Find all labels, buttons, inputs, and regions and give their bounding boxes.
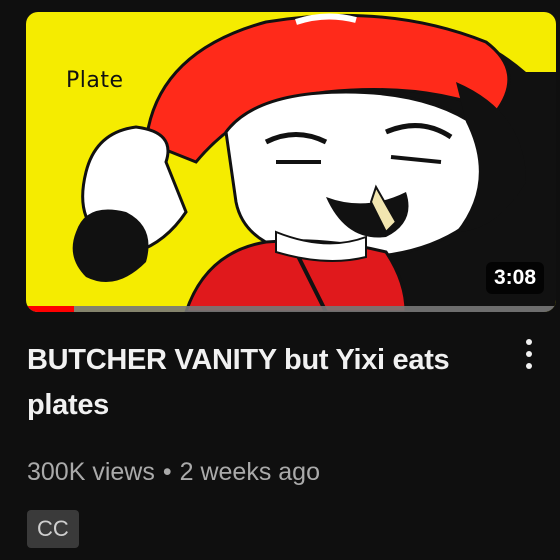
thumbnail-artwork xyxy=(72,13,556,312)
watch-progress-fill xyxy=(26,306,74,312)
watch-progress-bar xyxy=(26,306,556,312)
view-count: 300K views xyxy=(27,458,155,486)
closed-captions-badge: CC xyxy=(27,510,79,548)
upload-age: 2 weeks ago xyxy=(179,458,320,486)
more-vert-icon-dot xyxy=(526,351,532,357)
meta-separator: • xyxy=(162,458,172,486)
duration-badge: 3:08 xyxy=(485,262,544,294)
more-vert-icon-dot xyxy=(526,363,532,369)
video-metadata: 300K views • 2 weeks ago xyxy=(27,458,320,487)
more-options-button[interactable] xyxy=(512,332,546,376)
video-thumbnail[interactable]: Plate 3:08 xyxy=(26,12,556,312)
video-card: Plate 3:08 BUTCHER VANITY but Yixi eats … xyxy=(0,0,560,560)
video-title[interactable]: BUTCHER VANITY but Yixi eats plates xyxy=(27,338,457,428)
more-vert-icon xyxy=(526,339,532,345)
thumbnail-caption: Plate xyxy=(66,68,124,93)
